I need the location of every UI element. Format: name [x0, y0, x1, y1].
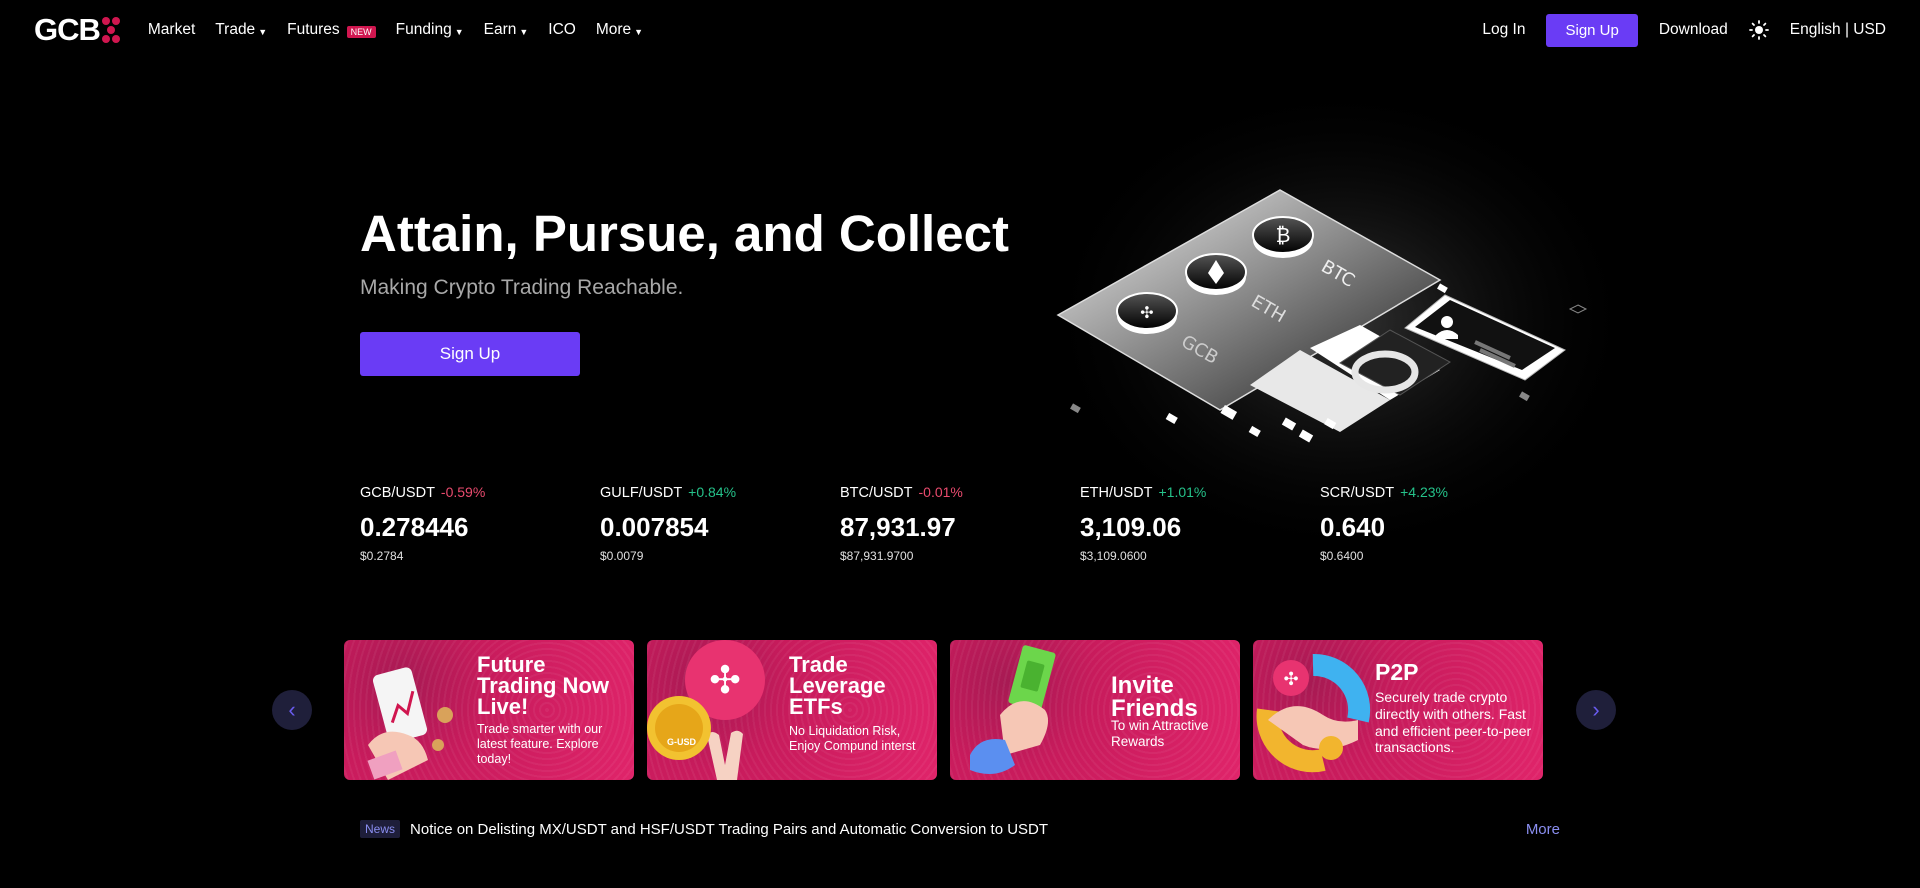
market-tickers: GCB/USDT -0.59% 0.278446 $0.2784 GULF/USD…	[360, 484, 1560, 563]
ticker-price: 0.278446	[360, 512, 469, 542]
leverage-etf-icon: ✣	[647, 640, 765, 780]
chevron-right-icon[interactable]: ›	[1576, 690, 1616, 730]
promo-banner-futures[interactable]: Future Trading Now Live! Trade smarter w…	[344, 640, 634, 780]
promo-banner-invite[interactable]: Invite Friends To win Attractive Rewards	[950, 640, 1240, 780]
ticker-price: 3,109.06	[1080, 512, 1182, 542]
caret-down-icon: ▼	[454, 26, 464, 37]
ticker-price: 0.640	[1320, 512, 1386, 542]
gusd-coin-label: G-USD	[667, 737, 696, 747]
ticker-scr[interactable]: SCR/USDT +4.23% 0.640 $0.6400	[1320, 484, 1560, 563]
nav-item-trade[interactable]: Trade ▼	[215, 21, 267, 39]
ticker-usd: $0.2784	[360, 549, 404, 563]
logo-text: GCB	[34, 12, 101, 47]
banner-title: Invite Friends	[1111, 672, 1198, 722]
news-tag: News	[360, 820, 401, 838]
nav-item-label: Futures	[287, 21, 340, 38]
promo-carousel: Future Trading Now Live! Trade smarter w…	[344, 640, 1543, 780]
nav-item-label: More	[595, 21, 632, 38]
ticker-usd: $87,931.9700	[840, 549, 914, 563]
ticker-usd: $0.6400	[1320, 549, 1364, 563]
ticker-usd: $0.0079	[600, 549, 644, 563]
ticker-btc[interactable]: BTC/USDT -0.01% 87,931.97 $87,931.9700	[840, 484, 1080, 563]
ticker-gulf[interactable]: GULF/USDT +0.84% 0.007854 $0.0079	[600, 484, 840, 563]
banner-desc: No Liquidation Risk, Enjoy Compund inter…	[789, 724, 916, 753]
ticker-change: -0.01%	[918, 484, 963, 500]
nav-item-market[interactable]: Market	[148, 21, 195, 39]
chevron-left-icon[interactable]: ‹	[272, 690, 312, 730]
ticker-change: +0.84%	[688, 484, 737, 500]
ticker-pair: GULF/USDT	[600, 485, 683, 501]
news-more-link[interactable]: More	[1526, 821, 1560, 838]
promo-banner-p2p[interactable]: ✣ P2P Securely trade crypto directly wit…	[1253, 640, 1543, 780]
nav-item-funding[interactable]: Funding ▼	[396, 21, 464, 39]
ticker-pair: BTC/USDT	[840, 485, 913, 501]
banner-title: P2P	[1375, 659, 1419, 685]
ticker-change: +4.23%	[1400, 484, 1448, 500]
caret-down-icon: ▼	[258, 26, 268, 37]
nav-signup-button[interactable]: Sign Up	[1546, 13, 1638, 47]
new-badge: NEW	[346, 26, 376, 38]
ticker-change: -0.59%	[440, 484, 486, 500]
logo[interactable]: GCB	[34, 12, 122, 48]
nav-item-label: ICO	[548, 21, 576, 38]
nav-item-earn[interactable]: Earn ▼	[484, 21, 529, 39]
caret-down-icon: ▼	[519, 26, 529, 37]
caret-down-icon: ▼	[634, 26, 644, 37]
hero-signup-button[interactable]: Sign Up	[360, 332, 580, 376]
btc-coin-icon: ₿	[1252, 216, 1314, 258]
svg-text:✣: ✣	[709, 658, 741, 702]
cash-hand-icon	[970, 645, 1056, 774]
ticker-change: +1.01%	[1158, 484, 1207, 500]
hero-subtitle: Making Crypto Trading Reachable.	[360, 276, 684, 299]
nav-item-label: Earn	[483, 21, 517, 38]
banner-desc: To win Attractive Rewards	[1111, 718, 1209, 750]
logo-mark-icon	[101, 15, 122, 45]
login-link[interactable]: Log In	[1482, 21, 1525, 39]
ticker-eth[interactable]: ETH/USDT +1.01% 3,109.06 $3,109.0600	[1080, 484, 1320, 563]
nav-item-label: Market	[147, 21, 196, 38]
main-menu: Market Trade ▼ Futures NEW Funding ▼ Earn ▼ …	[148, 21, 643, 39]
ticker-pair: GCB/USDT	[360, 485, 435, 501]
banner-desc: Trade smarter with our latest feature. E…	[477, 722, 603, 766]
svg-text:₿: ₿	[1276, 223, 1291, 247]
nav-item-label: Funding	[395, 21, 452, 38]
banner-title: Trade Leverage ETFs	[789, 652, 886, 719]
nav-actions: Log In Sign Up Download English | USD	[1482, 13, 1886, 47]
news-headline-link[interactable]: Notice on Delisting MX/USDT and HSF/USDT…	[410, 821, 1048, 838]
p2p-handshake-icon: ✣	[1256, 654, 1371, 773]
promo-banner-etfs[interactable]: ✣ G-USD Trade Leverage ETFs No Liquidati…	[647, 640, 937, 780]
ticker-usd: $3,109.0600	[1080, 549, 1147, 563]
ticker-gcb[interactable]: GCB/USDT -0.59% 0.278446 $0.2784	[360, 484, 600, 563]
news-bar: News Notice on Delisting MX/USDT and HSF…	[360, 820, 1560, 838]
nav-item-label: Trade	[215, 21, 256, 38]
ticker-pair: ETH/USDT	[1080, 485, 1153, 501]
nav-item-ico[interactable]: ICO	[548, 21, 576, 39]
svg-text:✣: ✣	[1140, 303, 1153, 322]
ticker-pair: SCR/USDT	[1320, 485, 1395, 501]
banner-desc: Securely trade crypto directly with othe…	[1375, 689, 1532, 756]
nav-item-futures[interactable]: Futures NEW	[287, 21, 376, 39]
gcb-coin-icon: ✣	[1116, 292, 1178, 334]
nav-item-more[interactable]: More ▼	[596, 21, 643, 39]
phone-hand-icon	[367, 667, 453, 780]
ticker-price: 87,931.97	[840, 512, 956, 542]
hero-title: Attain, Pursue, and Collect	[360, 205, 1009, 262]
svg-text:✣: ✣	[1283, 669, 1298, 690]
sun-icon[interactable]	[1748, 20, 1769, 40]
eth-coin-icon	[1185, 253, 1247, 295]
banner-title: Future Trading Now Live!	[477, 652, 609, 719]
locale-selector[interactable]: English | USD	[1790, 21, 1886, 39]
download-link[interactable]: Download	[1659, 21, 1728, 39]
top-nav: GCB Market Trade ▼ Futures NEW Funding ▼ Ea…	[0, 0, 1920, 60]
ticker-price: 0.007854	[600, 512, 709, 542]
